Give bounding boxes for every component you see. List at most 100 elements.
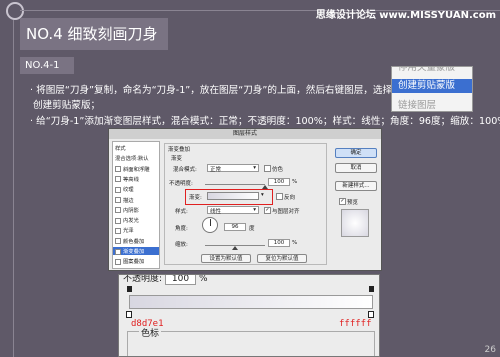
style-list-label: 颜色叠加 <box>123 238 145 245</box>
angle-input[interactable]: 96 <box>224 223 246 231</box>
style-list-item[interactable]: 纹理 <box>115 185 134 193</box>
top-opacity-input[interactable]: 100 <box>164 275 197 285</box>
style-checkbox[interactable] <box>115 166 121 173</box>
page-number: 26 <box>484 345 496 355</box>
opacity-label: 不透明度: <box>169 181 193 187</box>
top-opacity-unit: % <box>198 274 208 284</box>
page-title: NO.4 细致刻画刀身 <box>20 18 168 50</box>
reverse-checkbox[interactable] <box>276 193 283 200</box>
subgroup-title: 渐变 <box>171 156 183 162</box>
menu-item-link-layers[interactable]: 链接图层 <box>392 99 472 111</box>
style-list-label: 斜面和浮雕 <box>123 166 150 173</box>
scale-slider-knob[interactable] <box>232 246 238 250</box>
style-checkbox[interactable] <box>115 186 121 193</box>
style-list-item[interactable]: 斜面和浮雕 <box>115 165 150 173</box>
style-list-label: 混合选项:默认 <box>115 156 149 163</box>
scale-slider-track[interactable] <box>205 245 265 250</box>
context-menu: 停用矢量蒙版 创建剪贴蒙版 链接图层 <box>391 66 473 112</box>
style-list-label: 描边 <box>123 197 134 204</box>
color-stops-group <box>127 331 375 356</box>
gradient-label: 渐变: <box>189 195 202 201</box>
watermark: 思缘设计论坛 www.MISSYUAN.com <box>315 10 496 21</box>
style-list-item[interactable]: 混合选项:默认 <box>115 154 149 162</box>
chevron-down-icon: ▾ <box>253 207 256 213</box>
group-title: 渐变叠加 <box>168 147 191 153</box>
align-label: 与图层对齐 <box>272 209 300 215</box>
style-checkbox[interactable] <box>115 207 121 214</box>
chevron-down-icon: ▾ <box>253 165 256 171</box>
preview-checkbox-checked[interactable]: ✓ <box>339 198 346 205</box>
dither-label: 仿色 <box>272 167 284 173</box>
angle-needle <box>210 219 211 226</box>
reverse-label: 反向 <box>284 195 296 201</box>
style-list-item[interactable]: 光泽 <box>115 226 134 234</box>
color-stop-right[interactable] <box>368 311 374 318</box>
style-list-label: 内发光 <box>123 218 139 225</box>
style-checkbox[interactable] <box>115 227 121 234</box>
style-list-item[interactable]: 描边 <box>115 196 134 204</box>
style-list: 样式混合选项:默认斜面和浮雕等高线纹理描边内阴影内发光光泽颜色叠加渐变叠加图案叠… <box>112 141 160 269</box>
blend-mode-select[interactable]: 正常 ▾ <box>207 164 259 173</box>
scale-input[interactable]: 100 <box>268 239 290 247</box>
style-checkbox[interactable] <box>115 238 121 245</box>
angle-unit: 度 <box>249 226 255 232</box>
chevron-down-icon[interactable]: ▾ <box>261 192 264 198</box>
angle-dial[interactable] <box>202 217 218 233</box>
style-list-item[interactable]: 颜色叠加 <box>115 237 144 245</box>
gradient-overlay-group: 渐变叠加 渐变 混合模式: 正常 ▾ 仿色 不透明度: 100 % 渐变: ▾ … <box>164 143 327 265</box>
style-list-label: 内阴影 <box>123 207 139 214</box>
style-list-label: 光泽 <box>123 228 134 235</box>
style-list-label: 样式 <box>115 146 126 152</box>
style-checkbox[interactable] <box>115 197 121 203</box>
section-label: NO.4-1 <box>20 57 74 74</box>
style-checkbox[interactable] <box>115 176 121 183</box>
scale-label: 缩放: <box>175 242 188 248</box>
color-stop-left[interactable] <box>126 311 132 318</box>
preview-label: 预览 <box>347 200 359 206</box>
dither-checkbox[interactable] <box>264 165 271 172</box>
style-list-item[interactable]: 内阴影 <box>115 206 139 214</box>
style-value: 线性 <box>210 209 222 215</box>
vertical-rule <box>13 20 14 357</box>
blend-mode-value: 正常 <box>210 167 222 173</box>
cancel-button[interactable]: 取消 <box>335 163 377 173</box>
opacity-unit: % <box>292 179 298 185</box>
style-list-item[interactable]: 图案叠加 <box>115 257 144 265</box>
color-stops-title: 色标 <box>139 326 162 339</box>
align-checkbox-checked[interactable]: ✓ <box>264 207 271 214</box>
reset-default-button[interactable]: 复位为默认值 <box>257 254 307 263</box>
style-list-item[interactable]: 渐变叠加 <box>113 247 159 255</box>
opacity-slider-track[interactable] <box>205 184 268 189</box>
set-default-button[interactable]: 设置为默认值 <box>201 254 251 263</box>
gradient-swatch[interactable] <box>207 192 259 200</box>
instruction-line-1: · 将图层“刀身”复制，命名为“刀身-1”，放在图层“刀身”的上面，然后右键图层… <box>30 85 393 96</box>
gradient-editor-zoom: 不透明度: 100 % d8d7e1 ffffff 色标 <box>118 274 380 357</box>
gradient-bar[interactable] <box>129 295 373 309</box>
opacity-stop-left[interactable] <box>127 286 132 292</box>
style-checkbox[interactable] <box>115 217 121 224</box>
ok-button[interactable]: 确定 <box>335 148 377 158</box>
style-list-label: 纹理 <box>123 187 134 194</box>
style-checkbox[interactable] <box>115 258 121 265</box>
right-color-hex: ffffff <box>339 319 372 329</box>
style-list-item[interactable]: 等高线 <box>115 175 139 183</box>
instruction-line-2: 创建剪贴蒙版； <box>33 100 101 111</box>
layer-style-dialog: 图层样式 样式 混合选项:默认 斜面和浮雕 等高线 纹理 描边 内阴影 内发光 光泽 颜色叠加 渐变… <box>108 128 382 271</box>
style-list-item[interactable]: 样式 <box>115 144 126 152</box>
opacity-stop-right[interactable] <box>369 286 374 292</box>
style-list-label: 等高线 <box>123 176 139 183</box>
menu-item-create-clipping-mask[interactable]: 创建剪贴蒙版 <box>392 79 472 93</box>
style-select[interactable]: 线性 ▾ <box>207 206 259 215</box>
angle-label: 角度: <box>175 226 188 232</box>
style-checkbox[interactable] <box>115 248 121 255</box>
instruction-line-3: · 给“刀身-1”添加渐变图层样式，混合模式：正常；不透明度：100%；样式：线… <box>30 116 500 127</box>
style-list-item[interactable]: 内发光 <box>115 216 139 224</box>
new-style-button[interactable]: 新建样式... <box>335 181 377 191</box>
menu-item-disable-vector-mask[interactable]: 停用矢量蒙版 <box>392 67 472 75</box>
scale-unit: % <box>292 240 298 246</box>
style-list-label: 图案叠加 <box>123 259 145 266</box>
opacity-input[interactable]: 100 <box>268 178 290 186</box>
dialog-title: 图层样式 <box>109 129 381 139</box>
preview-swatch <box>341 209 369 237</box>
top-opacity-label: 不透明度: <box>123 274 163 284</box>
